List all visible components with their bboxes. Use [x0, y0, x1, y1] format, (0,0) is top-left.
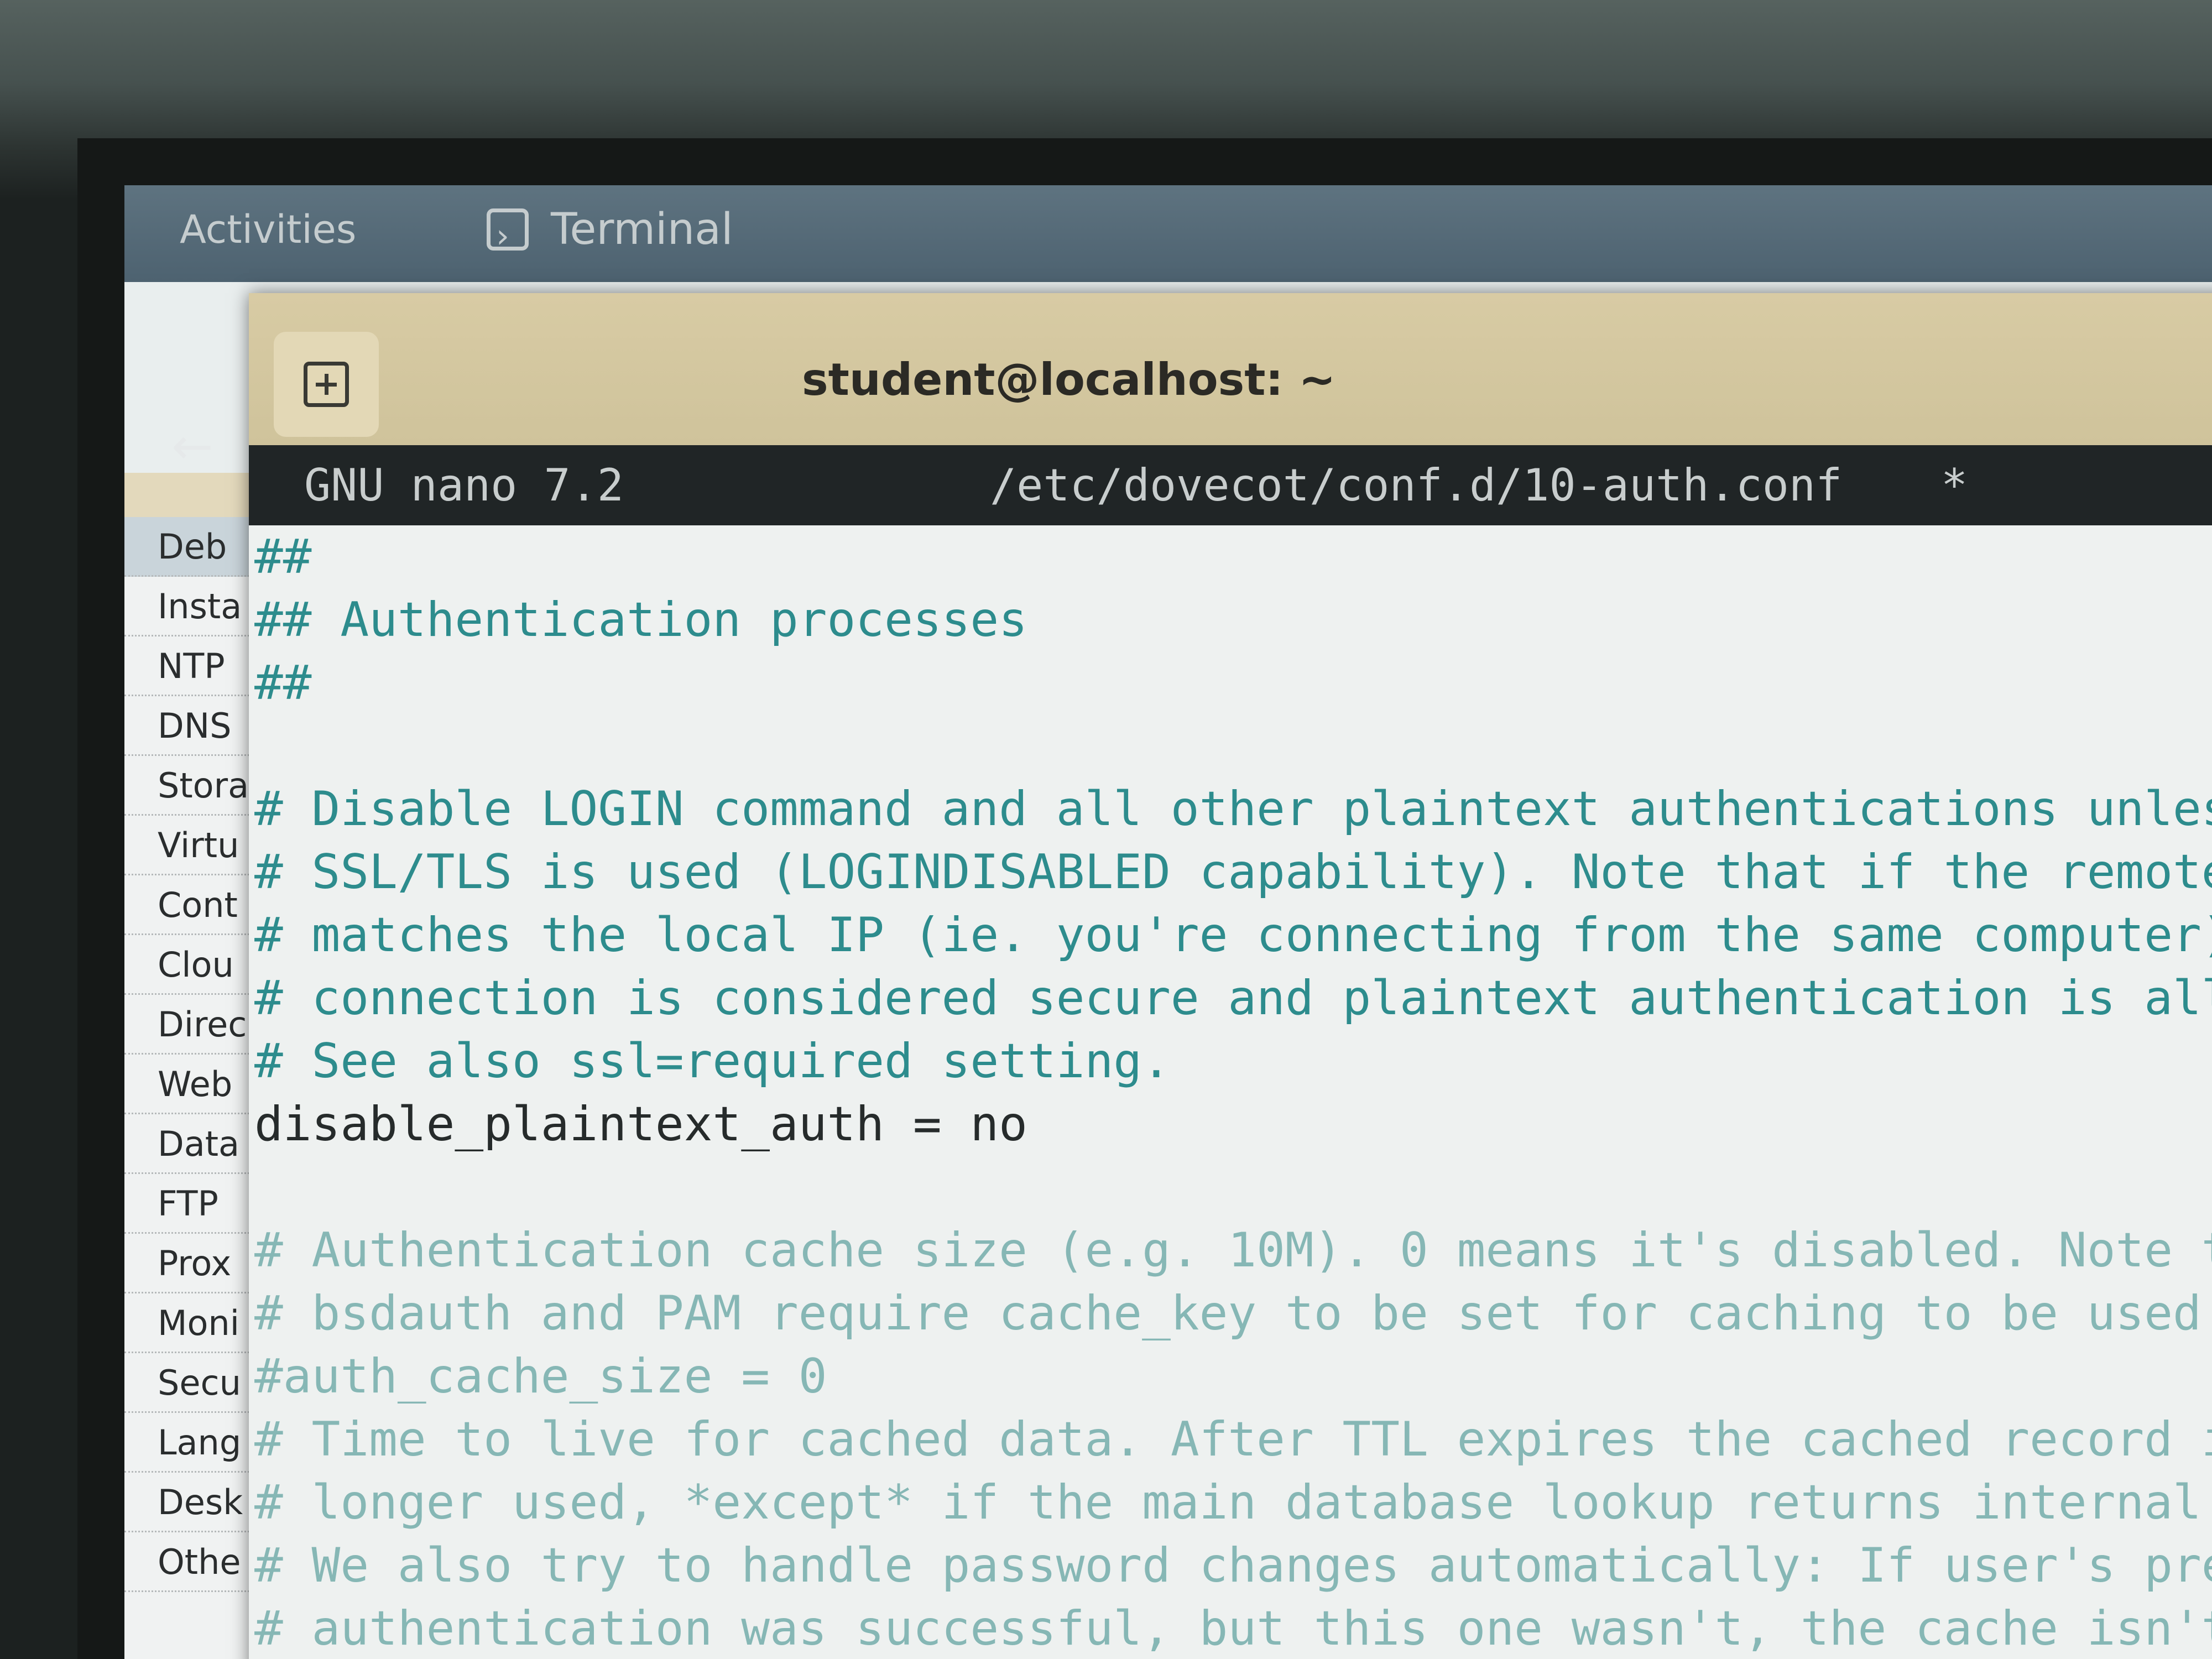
sidebar-item[interactable]: Web	[124, 1055, 263, 1114]
sidebar-item[interactable]: NTP	[124, 637, 263, 696]
nano-filename: /etc/dovecot/conf.d/10-auth.conf	[990, 460, 1843, 511]
sidebar-item[interactable]: Direc	[124, 995, 263, 1055]
terminal-window: student@localhost: ~ GNU nano 7.2 /etc/d…	[249, 293, 2212, 1659]
comment-line: ##	[254, 529, 312, 585]
window-title: student@localhost: ~	[802, 354, 1336, 405]
sidebar-item[interactable]: Deb	[124, 517, 263, 577]
config-line: disable_plaintext_auth = no	[254, 1097, 1027, 1152]
new-tab-button[interactable]	[274, 332, 379, 437]
comment-line: # connection is considered secure and pl…	[254, 971, 2212, 1026]
comment-line: # See also ssl=required setting.	[254, 1034, 1171, 1089]
sidebar-item[interactable]: Desk	[124, 1473, 263, 1532]
comment-line: # Authentication cache size (e.g. 10M). …	[254, 1223, 2212, 1278]
sidebar-header-strip	[124, 473, 263, 517]
plus-box-icon	[304, 362, 349, 407]
sidebar-item[interactable]: Moni	[124, 1293, 263, 1353]
gnome-top-bar: Activities Terminal	[124, 185, 2212, 282]
left-arrow-icon[interactable]: ←	[171, 418, 213, 476]
comment-line: # SSL/TLS is used (LOGINDISABLED capabil…	[254, 844, 2212, 900]
modified-indicator: *	[1941, 460, 1968, 511]
sidebar-item[interactable]: Clou	[124, 935, 263, 995]
sidebar-item[interactable]: FTP	[124, 1174, 263, 1234]
app-menu-terminal[interactable]: Terminal	[487, 194, 733, 272]
app-menu-label: Terminal	[551, 205, 733, 254]
sidebar-item[interactable]: Cont	[124, 875, 263, 935]
sidebar-item[interactable]: Insta	[124, 577, 263, 637]
comment-line: # longer used, *except* if the main data…	[254, 1475, 2212, 1530]
comment-line: # We also try to handle password changes…	[254, 1538, 2212, 1593]
comment-line: ##	[254, 655, 312, 711]
comment-line: # Disable LOGIN command and all other pl…	[254, 781, 2212, 837]
terminal-icon	[487, 200, 529, 272]
sidebar-item[interactable]: Prox	[124, 1234, 263, 1293]
sidebar-item[interactable]: Secu	[124, 1353, 263, 1413]
comment-line: #auth_cache_size = 0	[254, 1349, 827, 1404]
sidebar-item[interactable]: Othe	[124, 1532, 263, 1592]
comment-line: # matches the local IP (ie. you're conne…	[254, 907, 2212, 963]
nano-header-bar: GNU nano 7.2 /etc/dovecot/conf.d/10-auth…	[249, 445, 2212, 525]
editor-text-area[interactable]: ## ## Authentication processes ## # Disable…	[249, 525, 2212, 1659]
sidebar-item[interactable]: DNS	[124, 696, 263, 756]
desktop-screen: Activities Terminal ← DebInstaNTPDNSStor…	[124, 185, 2212, 1659]
terminal-titlebar: student@localhost: ~	[249, 293, 2212, 445]
sidebar-item[interactable]: Data	[124, 1114, 263, 1174]
comment-line: ## Authentication processes	[254, 592, 1027, 648]
activities-button[interactable]: Activities	[180, 194, 356, 265]
comment-line: # authentication was successful, but thi…	[254, 1601, 2212, 1656]
background-app-sidebar: Deb Insta NTP DNS Stora Virtu Cont Clou Direc Web…	[124, 473, 263, 1659]
sidebar-list: Deb Insta NTP DNS Stora Virtu Cont Clou Direc Web…	[124, 517, 263, 1592]
comment-line: # bsdauth and PAM require cache_key to b…	[254, 1286, 2212, 1341]
nano-version: GNU nano 7.2	[304, 460, 624, 511]
comment-line: # Time to live for cached data. After TT…	[254, 1412, 2212, 1467]
sidebar-item[interactable]: Lang	[124, 1413, 263, 1473]
sidebar-item[interactable]: Stora	[124, 756, 263, 816]
sidebar-item[interactable]: Virtu	[124, 816, 263, 875]
